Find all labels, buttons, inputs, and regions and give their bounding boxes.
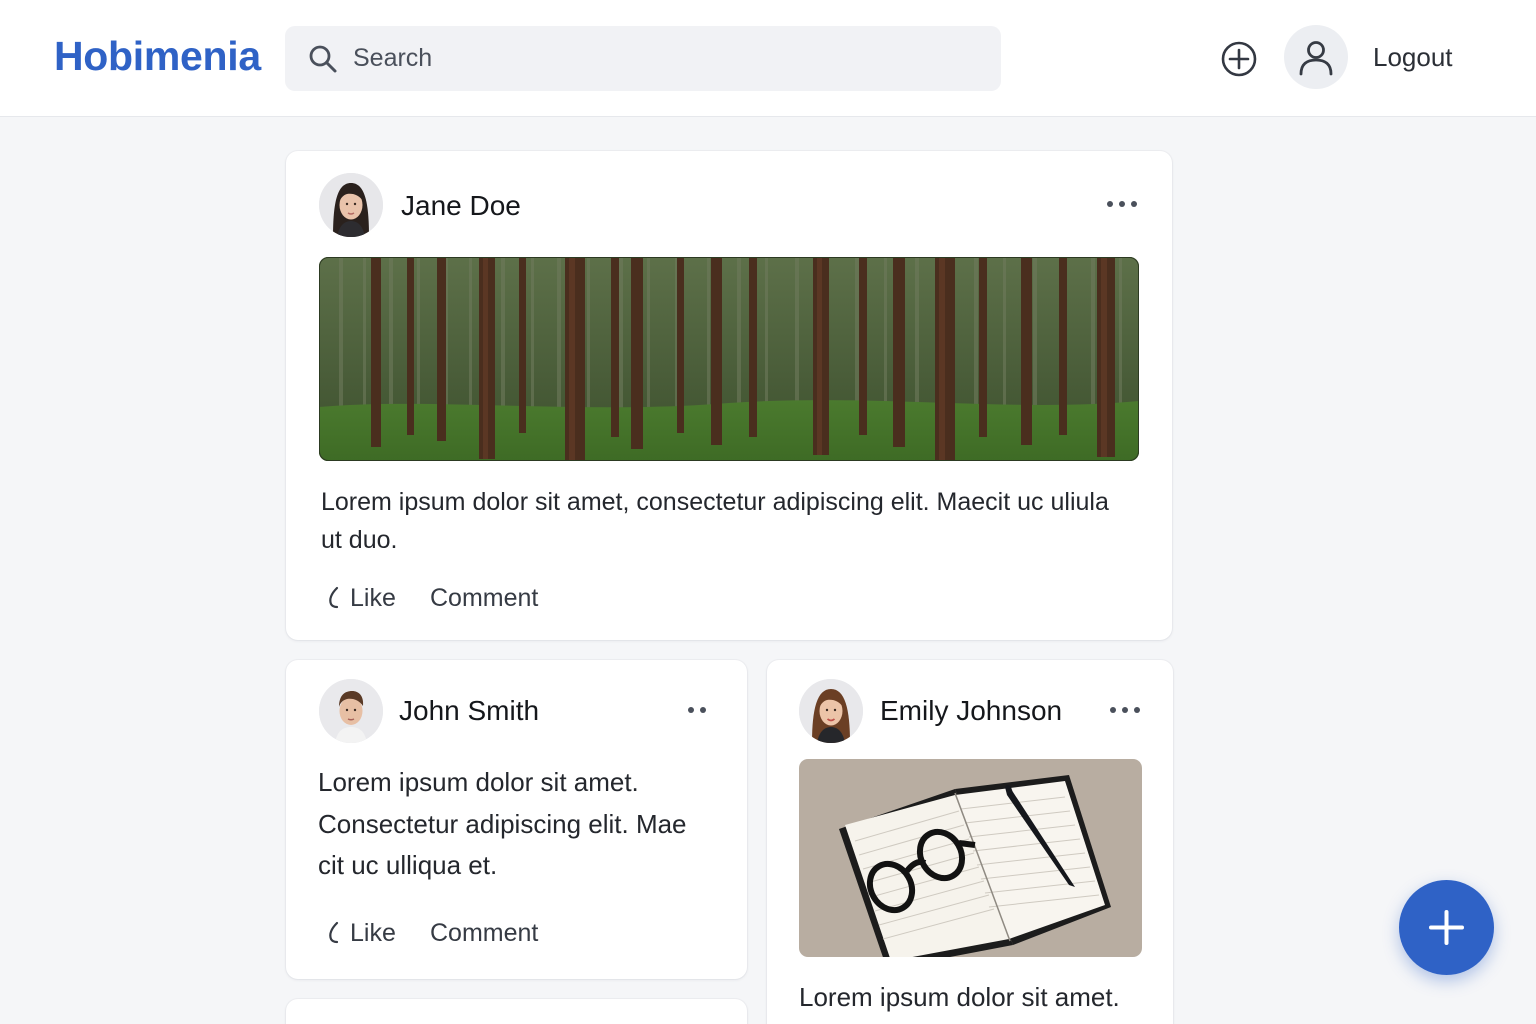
avatar[interactable] — [319, 679, 383, 743]
avatar[interactable] — [799, 679, 863, 743]
top-navigation-bar: Hobimenia Logout — [0, 0, 1536, 117]
plus-circle-icon[interactable] — [1219, 39, 1259, 79]
app-logo[interactable]: Hobimenia — [54, 33, 261, 80]
post-author[interactable]: John Smith — [399, 695, 539, 727]
post-card: Emily Johnson Lorem ipsum dolor sit amet… — [767, 660, 1173, 1024]
more-horizontal-icon[interactable] — [686, 705, 708, 715]
post-card — [286, 999, 747, 1024]
user-icon — [1299, 41, 1333, 76]
avatar[interactable] — [319, 173, 383, 237]
more-horizontal-icon[interactable] — [1106, 199, 1138, 209]
search-input[interactable] — [353, 26, 973, 91]
post-text: Lorem ipsum dolor sit amet. Consectetur … — [318, 767, 687, 880]
post-text: Lorem ipsum dolor sit amet. — [799, 982, 1120, 1012]
post-author[interactable]: Jane Doe — [401, 190, 521, 222]
comment-button[interactable]: Comment — [430, 584, 538, 613]
like-button[interactable]: Like — [326, 919, 396, 948]
new-post-fab-button[interactable] — [1399, 880, 1494, 975]
woman-avatar-image — [319, 173, 383, 237]
like-label: Like — [350, 584, 396, 612]
man-avatar-image — [319, 679, 383, 743]
woman-avatar-image — [799, 679, 863, 743]
forest-image — [319, 257, 1139, 461]
search-icon — [309, 45, 337, 73]
search-bar[interactable] — [285, 26, 1001, 91]
more-horizontal-icon[interactable] — [1109, 705, 1141, 715]
post-card: Jane Doe Lorem ipsum dolor sit amet, con… — [286, 151, 1172, 640]
logout-button[interactable]: Logout — [1373, 42, 1453, 73]
plus-icon — [1429, 910, 1464, 945]
like-label: Like — [350, 919, 396, 947]
post-author[interactable]: Emily Johnson — [880, 695, 1062, 727]
post-text: Lorem ipsum dolor sit amet, consectetur … — [321, 488, 1109, 554]
comment-button[interactable]: Comment — [430, 919, 538, 948]
like-icon — [329, 921, 339, 944]
post-card: John Smith Lorem ipsum dolor sit amet. C… — [286, 660, 747, 979]
profile-button[interactable] — [1284, 25, 1348, 89]
like-icon — [329, 586, 339, 609]
notebook-image — [799, 759, 1142, 957]
like-button[interactable]: Like — [326, 584, 396, 613]
